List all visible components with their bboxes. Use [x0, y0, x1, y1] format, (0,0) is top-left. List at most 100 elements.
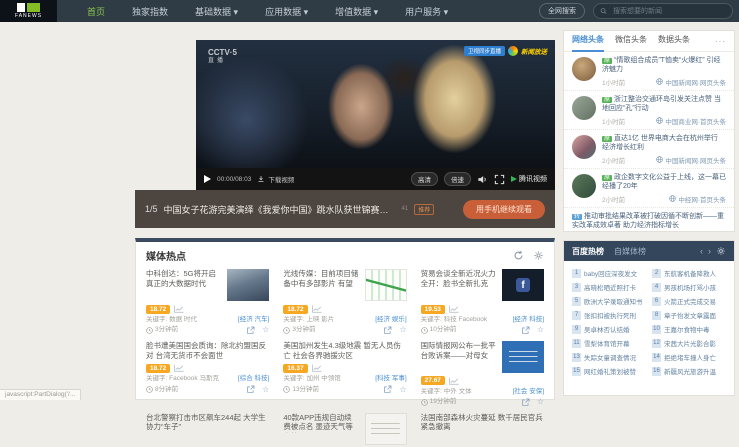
- card-title[interactable]: 国际情报网公布一批平台败诉案——对母女: [421, 341, 496, 361]
- rank-list-item[interactable]: 2 东航客机备降救人: [652, 268, 726, 278]
- nav-item[interactable]: 基础数据 ▾: [195, 5, 238, 18]
- play-button[interactable]: [204, 175, 211, 183]
- card-category-tag[interactable]: [经济 科技]: [513, 316, 544, 324]
- rank-next-arrow[interactable]: ›: [708, 246, 711, 256]
- share-icon[interactable]: [383, 385, 392, 394]
- card-title[interactable]: 40款APP违规自动续费被点名 墨迹天气等上榜: [283, 413, 358, 433]
- trend-chart-icon[interactable]: [448, 377, 459, 385]
- favorite-star-icon[interactable]: ☆: [399, 385, 406, 394]
- card-thumbnail[interactable]: [227, 269, 270, 301]
- card-title[interactable]: 美国加州发生4.3级地震 暂无人员伤亡 社会各界驰援灾区: [283, 341, 406, 361]
- rank-list-item[interactable]: 9 吴卓林否认结婚: [572, 324, 646, 334]
- card-thumbnail[interactable]: [364, 269, 407, 301]
- rank-prev-arrow[interactable]: ‹: [700, 246, 703, 256]
- rank-list-item[interactable]: 5 欧洲大学录取通知书: [572, 296, 646, 306]
- favorite-star-icon[interactable]: ☆: [262, 385, 269, 394]
- card-thumbnail[interactable]: [364, 412, 407, 445]
- rank-list-item[interactable]: 8 章子怡发文章露面: [652, 310, 726, 320]
- share-icon[interactable]: [521, 398, 530, 407]
- more-tabs-button[interactable]: ···: [715, 37, 726, 46]
- tencent-video-brand[interactable]: 腾讯视频: [511, 174, 547, 184]
- trend-chart-icon[interactable]: [174, 364, 184, 373]
- card-category-tag[interactable]: [社会 安保]: [513, 388, 544, 396]
- headlines-tab[interactable]: 数据头条: [658, 31, 690, 52]
- share-icon[interactable]: [521, 326, 530, 335]
- rank-list-item[interactable]: 6 火箭正式完成交易: [652, 296, 726, 306]
- rank-list-item[interactable]: 16 新疆风光旅游升温: [652, 366, 726, 376]
- favorite-star-icon[interactable]: ☆: [537, 398, 544, 406]
- rank-list-item[interactable]: 1 baby回应深夜发文: [572, 268, 646, 278]
- search-input[interactable]: [611, 6, 726, 16]
- headlines-tab[interactable]: 网络头条: [572, 31, 604, 52]
- trend-chart-icon[interactable]: [311, 364, 322, 373]
- speed-button[interactable]: 倍速: [444, 172, 471, 186]
- gear-icon[interactable]: [533, 250, 544, 261]
- rank-list-item[interactable]: 15 网红婚礼策划被赞: [572, 366, 646, 376]
- card-title[interactable]: 脸书遭美国国会质询：除北约盟国反对 台湾无货币不会面世: [146, 341, 269, 361]
- continue-on-phone-button[interactable]: 用手机继续观看: [463, 199, 545, 219]
- rank-list-item[interactable]: 13 失踪女童调查情况: [572, 352, 646, 362]
- card-thumbnail[interactable]: [502, 340, 544, 373]
- card-thumbnail[interactable]: [502, 269, 544, 301]
- card-title[interactable]: 贸易会谈全新近况火力全开：脸书全新扎克 改革批解释枯竭: [421, 269, 496, 289]
- global-search-button[interactable]: 全网搜索: [539, 3, 585, 19]
- headline-item[interactable]: 原 “情歌组合成员”T恤卖“火爆红” 引经济魅力 1小时前 中国新闻网·网页头条: [564, 52, 734, 91]
- download-video-button[interactable]: 下载视频: [257, 174, 294, 184]
- headline-title[interactable]: 原直达1亿 世界电商大会在杭州举行 经济增长红利: [602, 134, 726, 153]
- headline-title[interactable]: 原政企数字文化公益于上线，这一幕已经播了20年: [602, 173, 726, 192]
- headline-item[interactable]: 转推动审批结果改革被打破因循不断创新——重实改革成效卓著 助力经济指标增长 2小…: [564, 208, 734, 232]
- nav-item[interactable]: 首页: [87, 5, 105, 18]
- rank-list-item[interactable]: 4 男孩机场打骂小孩: [652, 282, 726, 292]
- share-icon[interactable]: [383, 326, 392, 335]
- trend-chart-icon[interactable]: [448, 305, 459, 313]
- card-category-tag[interactable]: [科技 军事]: [375, 375, 406, 383]
- share-icon[interactable]: [246, 385, 255, 394]
- card-category-tag[interactable]: [经济 汽车]: [238, 316, 269, 324]
- rank-gear-icon[interactable]: [716, 246, 726, 256]
- share-icon[interactable]: [246, 326, 255, 335]
- rank-list-item[interactable]: 10 王嘉尔食物中毒: [652, 324, 726, 334]
- search-box[interactable]: [593, 3, 733, 19]
- favorite-star-icon[interactable]: ☆: [262, 326, 269, 334]
- card-title[interactable]: 法国南部森林火灾蔓延 数千居民官兵紧急撤离: [421, 413, 544, 433]
- nav-item[interactable]: 用户服务 ▾: [405, 5, 448, 18]
- clock-icon: [146, 386, 153, 393]
- nav-item[interactable]: 增值数据 ▾: [335, 5, 378, 18]
- fullscreen-icon[interactable]: [494, 174, 505, 185]
- nav-item[interactable]: 独家指数: [132, 5, 168, 18]
- card-title[interactable]: 光线传媒：目前项目储备中有多部影片 有望十年内上映: [283, 269, 358, 289]
- carousel-title[interactable]: 中国女子花游完美演绎《我爱你中国》跳水队获世锦赛第八金: [164, 203, 396, 216]
- rank-list-item[interactable]: 12 宋茜大片光影合影: [652, 338, 726, 348]
- headline-item[interactable]: 原浙江整治交通环岛引发关注点赞 当地回应“孔”行动 1小时前 中国商业网·首页头…: [564, 91, 734, 130]
- headline-item[interactable]: 原直达1亿 世界电商大会在杭州举行 经济增长红利 2小时前 中国新闻网·网页头条: [564, 130, 734, 169]
- volume-icon[interactable]: [477, 174, 488, 185]
- card-category-tag[interactable]: [经济 娱乐]: [375, 316, 406, 324]
- rank-list-item[interactable]: 7 张扣扣被执行死刑: [572, 310, 646, 320]
- rank-tab[interactable]: 百度热榜: [572, 246, 604, 257]
- favorite-star-icon[interactable]: ☆: [537, 326, 544, 334]
- card-title[interactable]: 台北警察打击市区飙车244起 大学生协力“车子”: [146, 413, 269, 433]
- headline-title[interactable]: 原浙江整治交通环岛引发关注点赞 当地回应“孔”行动: [602, 95, 726, 114]
- headline-source[interactable]: 中经网·首页头条: [669, 194, 726, 204]
- nav-item[interactable]: 应用数据 ▾: [265, 5, 308, 18]
- rank-list-item[interactable]: 3 高晓松晒近照打卡: [572, 282, 646, 292]
- trend-chart-icon[interactable]: [311, 305, 322, 313]
- rank-list-item[interactable]: 14 拒绝堵车撞人身亡: [652, 352, 726, 362]
- headline-title[interactable]: 原 “情歌组合成员”T恤卖“火爆红” 引经济魅力: [602, 56, 726, 75]
- headline-source[interactable]: 中国商业网·首页头条: [656, 116, 726, 126]
- card-category-tag[interactable]: [综合 科技]: [238, 375, 269, 383]
- headline-source[interactable]: 中国新闻网·网页头条: [656, 155, 726, 165]
- trend-chart-icon[interactable]: [174, 305, 184, 313]
- favorite-star-icon[interactable]: ☆: [399, 326, 406, 334]
- headline-item[interactable]: 原政企数字文化公益于上线，这一幕已经播了20年 2小时前 中经网·首页头条: [564, 169, 734, 208]
- refresh-icon[interactable]: [513, 250, 524, 261]
- headline-title[interactable]: 转推动审批结果改革被打破因循不断创新——重实改革成效卓著 助力经济指标增长: [572, 212, 726, 231]
- quality-button[interactable]: 高清: [411, 172, 438, 186]
- rank-tab[interactable]: 自媒体榜: [614, 246, 646, 257]
- site-logo[interactable]: FANEWS: [0, 0, 57, 22]
- card-title[interactable]: 中科创达：5G将开启真正的大数据时代: [146, 269, 221, 289]
- video-player[interactable]: CCTV·5 直播 卫视同步直播 新闻放送 00:00/08:03 下载视频 高…: [196, 40, 555, 190]
- rank-list-item[interactable]: 11 雪梨体育馆开幕: [572, 338, 646, 348]
- headlines-tab[interactable]: 微信头条: [615, 31, 647, 52]
- headline-source[interactable]: 中国新闻网·网页头条: [656, 77, 726, 87]
